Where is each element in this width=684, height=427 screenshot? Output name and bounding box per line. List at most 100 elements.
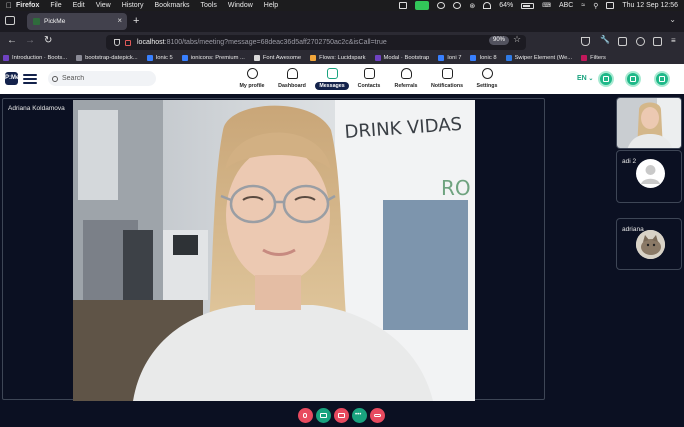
bookmark-item[interactable]: Ioni 7 (438, 55, 461, 61)
bookmark-item[interactable]: ionicons: Premium ... (181, 55, 245, 61)
bookmark-star-icon[interactable]: ☆ (513, 34, 521, 45)
ionic-icon (146, 55, 153, 61)
menu-window[interactable]: Window (228, 2, 253, 9)
menu-help[interactable]: Help (264, 2, 278, 9)
nav-referrals[interactable]: Referrals (383, 67, 429, 93)
end-call-button[interactable] (370, 408, 385, 423)
pocket-icon[interactable] (581, 37, 590, 46)
zoom-level-badge[interactable]: 90% (489, 36, 510, 45)
sync-icon[interactable] (453, 2, 462, 9)
pickme-favicon-icon (33, 18, 40, 25)
wallet-button[interactable] (598, 71, 614, 87)
participant-video-feed: DRINK VIDAS RO (73, 100, 475, 401)
video-icon (320, 413, 327, 418)
headphones-icon[interactable] (483, 2, 492, 9)
participant-thumb-adriana[interactable]: adriana (616, 218, 682, 270)
language-selector[interactable]: EN ⌄ (577, 75, 593, 82)
tab-overview-icon[interactable] (5, 16, 15, 25)
nav-label-notifications: Notifications (430, 83, 464, 89)
bookmark-label: Ionic 5 (155, 55, 173, 61)
bookmark-item[interactable]: Flows: Lucidspark (310, 55, 366, 61)
menu-bookmarks[interactable]: Bookmarks (155, 2, 190, 9)
screen-share-button[interactable] (334, 408, 349, 423)
mic-off-icon (303, 413, 307, 418)
account-icon[interactable] (636, 37, 645, 46)
insecure-lock-icon[interactable] (125, 39, 131, 46)
menu-history[interactable]: History (122, 2, 144, 9)
url-text[interactable]: localhost:8100/tabs/meeting?message=68de… (137, 39, 387, 46)
contacts-icon (363, 68, 375, 79)
mic-off-button[interactable] (298, 408, 313, 423)
reload-icon[interactable]: ↻ (44, 35, 52, 46)
input-source[interactable]: ABC (559, 2, 573, 9)
bookmark-item[interactable]: Ionic 8 (470, 55, 497, 61)
ionicons-icon (181, 55, 188, 61)
wrench-icon[interactable]: 🔧 (600, 35, 610, 44)
tracking-protection-icon[interactable] (114, 39, 120, 46)
bookmarks-toolbar: Introduction · Boots... bootstrap-datepic… (0, 52, 684, 64)
address-bar[interactable]: localhost:8100/tabs/meeting?message=68de… (106, 35, 526, 50)
facetime-video-icon[interactable] (415, 1, 430, 10)
menubar-clock[interactable]: Thu 12 Sep 12:56 (622, 2, 678, 9)
menu-hamburger-icon[interactable]: ≡ (671, 36, 676, 45)
bookmark-label: Font Awesome (262, 55, 302, 61)
fontawesome-icon (253, 55, 260, 61)
bookmark-item[interactable]: Font Awesome (253, 55, 302, 61)
nav-label-messages: Messages (315, 82, 349, 90)
keyboard-icon[interactable]: ⌨ (542, 2, 551, 9)
menu-file[interactable]: File (50, 2, 61, 9)
chat-icon (326, 68, 338, 79)
gear-icon (481, 68, 493, 79)
control-center-icon[interactable] (606, 2, 615, 9)
handshake-icon (400, 68, 412, 79)
github-icon[interactable] (437, 2, 446, 9)
browser-navigation-bar: ← → ↻ localhost:8100/tabs/meeting?messag… (0, 32, 684, 52)
list-all-tabs-icon[interactable]: ⌄ (669, 15, 676, 24)
nav-settings[interactable]: Settings (464, 67, 510, 93)
battery-icon[interactable] (521, 2, 535, 9)
browser-tab-strip: PickMe × + ⌄ (0, 11, 684, 32)
wifi-icon[interactable]: ≈ (581, 2, 585, 9)
apple-icon[interactable]:  (6, 1, 16, 10)
menu-tools[interactable]: Tools (201, 2, 217, 9)
cart-button[interactable] (654, 71, 670, 87)
bookmark-item[interactable]: Ionic 5 (146, 55, 173, 61)
store-button[interactable] (625, 71, 641, 87)
browser-tab-pickme[interactable]: PickMe × (27, 13, 127, 30)
menu-edit[interactable]: Edit (73, 2, 85, 9)
app-search-box[interactable] (48, 71, 156, 86)
bookmark-label: Swiper Element (We... (514, 55, 573, 61)
back-arrow-icon[interactable]: ← (7, 35, 17, 46)
search-input[interactable] (62, 75, 152, 82)
bookmark-label: Modal · Bootstrap (383, 55, 430, 61)
bookmark-item[interactable]: Filters (581, 55, 606, 61)
bluetooth-icon[interactable]: ⊛ (469, 2, 475, 10)
user-icon (246, 68, 258, 79)
bookmark-item[interactable]: Introduction · Boots... (3, 55, 67, 61)
hamburger-menu-icon[interactable] (23, 74, 37, 84)
new-tab-icon[interactable]: + (133, 15, 139, 27)
meeting-stage: Adriana Koldamova DRINK VIDAS RO adi 2 a… (0, 94, 684, 427)
pickme-logo[interactable]: P:Me (5, 72, 19, 85)
camera-button[interactable] (316, 408, 331, 423)
menu-view[interactable]: View (96, 2, 111, 9)
swiper-icon (505, 55, 512, 61)
language-code: EN (577, 75, 587, 82)
bookmark-item[interactable]: bootstrap-datepick... (76, 55, 138, 61)
more-button[interactable]: ••• (352, 408, 367, 423)
bookmark-label: Introduction · Boots... (12, 55, 68, 61)
bootstrap-icon (374, 55, 381, 61)
spotlight-icon[interactable]: ⚲ (593, 2, 598, 10)
bookmark-item[interactable]: Swiper Element (We... (505, 55, 573, 61)
participant-thumb-video[interactable] (616, 97, 682, 149)
screen-mirror-icon[interactable] (399, 2, 408, 9)
forward-arrow-icon[interactable]: → (25, 35, 35, 46)
main-video-tile[interactable]: Adriana Koldamova DRINK VIDAS RO (2, 98, 545, 401)
bookmark-item[interactable]: Modal · Bootstrap (374, 55, 430, 61)
close-tab-icon[interactable]: × (117, 16, 122, 25)
store-icon (630, 76, 636, 82)
extensions-icon[interactable] (653, 37, 662, 46)
menu-app[interactable]: Firefox (16, 2, 39, 9)
participant-thumb-adi-2[interactable]: adi 2 (616, 150, 682, 203)
vpn-shield-icon[interactable] (618, 37, 627, 46)
